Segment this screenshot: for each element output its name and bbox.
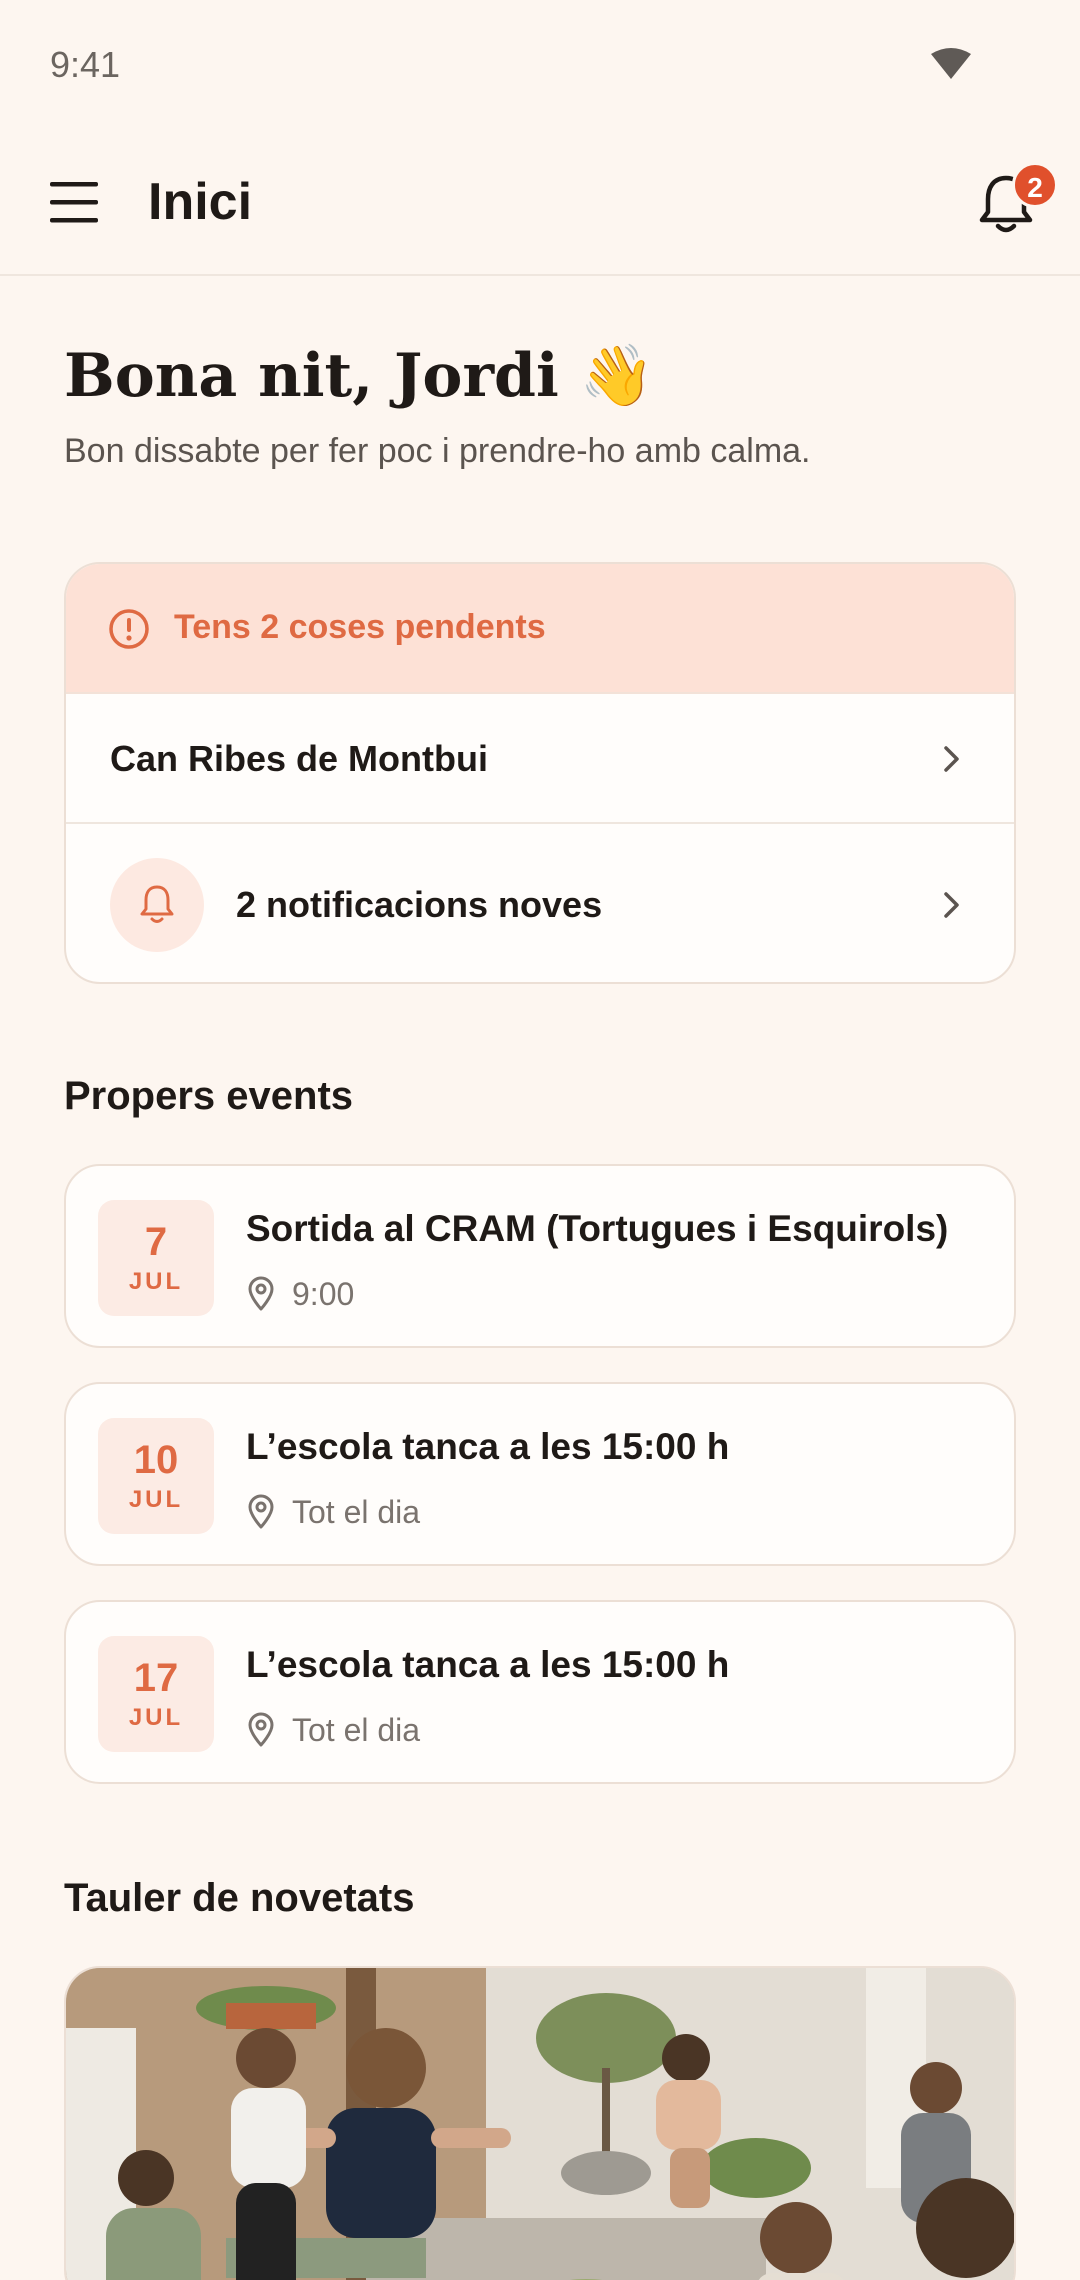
pending-item-label: 2 notificacions noves [236,884,603,925]
pending-item-can-ribes[interactable]: Can Ribes de Montbui [66,694,1014,824]
event-month: JUL [128,1268,184,1295]
menu-icon[interactable] [46,176,102,228]
pending-title: Tens 2 coses pendents [174,608,546,646]
chevron-right-icon [944,892,959,918]
pending-header: Tens 2 coses pendents [66,564,1014,694]
event-meta-text: 9:00 [292,1276,355,1312]
event-date: 10 JUL [98,1418,214,1534]
news-photo [66,1968,1014,2280]
event-card[interactable]: 7 JUL Sortida al CRAM (Tortugues i Esqui… [64,1164,1016,1348]
event-title: L’escola tanca a les 15:00 h [246,1644,730,1685]
notification-badge: 2 [1012,162,1058,208]
event-meta-text: Tot el dia [292,1712,421,1748]
location-pin-icon [248,1276,274,1311]
event-title: Sortida al CRAM (Tortugues i Esquirols) [246,1208,949,1249]
event-month: JUL [128,1704,184,1731]
event-card[interactable]: 17 JUL L’escola tanca a les 15:00 h Tot … [64,1600,1016,1784]
event-day: 17 [133,1656,179,1700]
status-time: 9:41 [50,44,121,85]
notifications-button[interactable]: 2 [972,162,1058,242]
event-day: 7 [144,1220,168,1264]
alert-icon [109,609,149,649]
events-section-title: Propers events [64,1074,354,1118]
news-card[interactable] [64,1966,1016,2280]
event-title: L’escola tanca a les 15:00 h [246,1426,730,1467]
event-card[interactable]: 10 JUL L’escola tanca a les 15:00 h Tot … [64,1382,1016,1566]
event-date: 7 JUL [98,1200,214,1316]
pending-card: Tens 2 coses pendents Can Ribes de Montb… [64,562,1016,984]
wifi-icon [931,48,971,79]
status-bar: 9:41 [0,0,1080,130]
greeting-title: Bona nit, Jordi 👋 [64,341,655,411]
app-bar: Inici 2 [0,130,1080,276]
bell-circle [110,858,204,952]
location-pin-icon [248,1712,274,1747]
location-pin-icon [248,1494,274,1529]
event-date: 17 JUL [98,1636,214,1752]
page-title: Inici [148,173,253,231]
event-day: 10 [133,1438,179,1482]
board-section-title: Tauler de novetats [64,1876,415,1920]
pending-item-notifications[interactable]: 2 notificacions noves [66,826,1014,982]
event-meta-text: Tot el dia [292,1494,421,1530]
event-month: JUL [128,1486,184,1513]
pending-item-label: Can Ribes de Montbui [110,738,488,779]
bell-icon [140,885,174,923]
chevron-right-icon [944,746,959,772]
greeting-subtitle: Bon dissabte per fer poc i prendre-ho am… [64,432,811,470]
